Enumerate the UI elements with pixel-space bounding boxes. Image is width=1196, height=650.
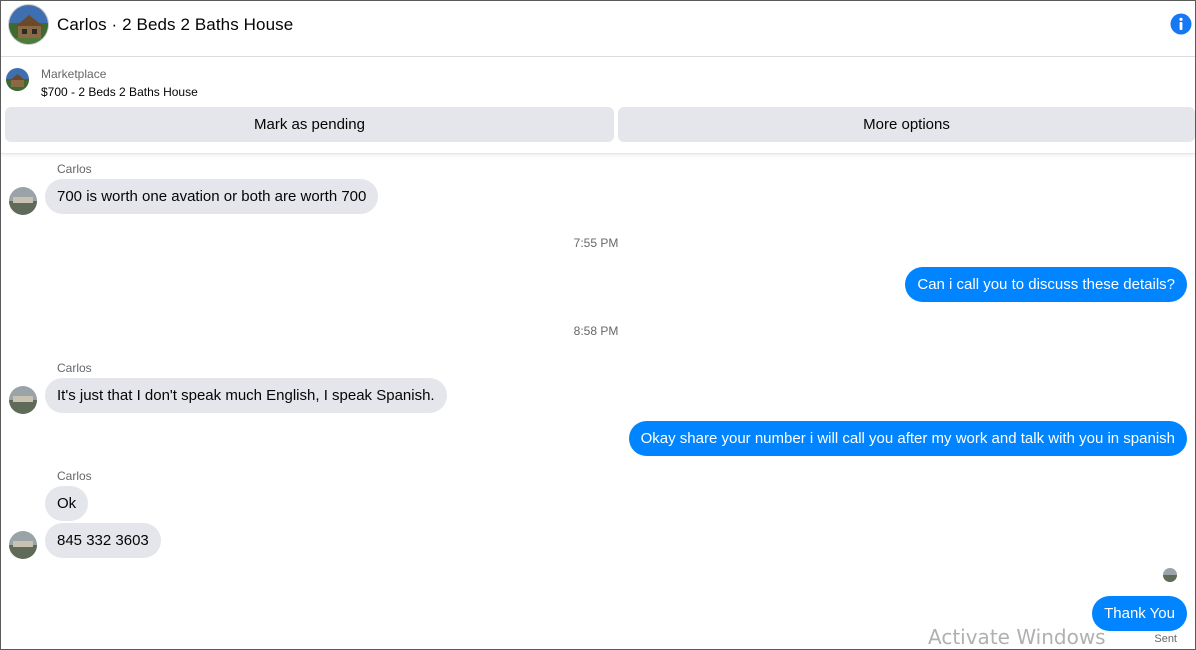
- sent-status: Sent: [1154, 633, 1177, 645]
- outgoing-message[interactable]: Thank You: [1092, 596, 1187, 631]
- conversation-title: Carlos · 2 Beds 2 Baths House: [57, 15, 294, 34]
- message-timestamp: 8:58 PM: [573, 324, 619, 338]
- marketplace-listing-bar: Marketplace $700 - 2 Beds 2 Baths House …: [1, 58, 1195, 154]
- listing-title[interactable]: $700 - 2 Beds 2 Baths House: [41, 85, 198, 99]
- seen-avatar: [1163, 568, 1177, 582]
- sender-avatar[interactable]: [9, 187, 37, 215]
- mark-as-pending-button[interactable]: Mark as pending: [5, 107, 614, 142]
- contact-avatar[interactable]: [8, 4, 49, 45]
- incoming-message[interactable]: Ok: [45, 486, 89, 521]
- message-timestamp: 7:55 PM: [573, 236, 619, 250]
- listing-thumbnail[interactable]: [6, 68, 29, 91]
- sender-avatar[interactable]: [9, 531, 37, 559]
- sender-name: Carlos: [57, 361, 92, 375]
- info-icon[interactable]: [1170, 13, 1192, 35]
- activate-windows-watermark: Activate Windows: [928, 625, 1106, 649]
- sender-name: Carlos: [57, 469, 92, 483]
- marketplace-label: Marketplace: [41, 67, 107, 81]
- incoming-message[interactable]: It's just that I don't speak much Englis…: [45, 378, 447, 413]
- sender-avatar[interactable]: [9, 386, 37, 414]
- outgoing-message[interactable]: Can i call you to discuss these details?: [905, 267, 1187, 302]
- incoming-message[interactable]: 700 is worth one avation or both are wor…: [45, 179, 379, 214]
- incoming-message[interactable]: 845 332 3603: [45, 523, 161, 558]
- sender-name: Carlos: [57, 162, 92, 176]
- chat-window: Carlos · 2 Beds 2 Baths House Marketplac…: [0, 0, 1196, 650]
- outgoing-message[interactable]: Okay share your number i will call you a…: [628, 421, 1187, 456]
- chat-header: Carlos · 2 Beds 2 Baths House: [1, 1, 1195, 57]
- more-options-button[interactable]: More options: [618, 107, 1195, 142]
